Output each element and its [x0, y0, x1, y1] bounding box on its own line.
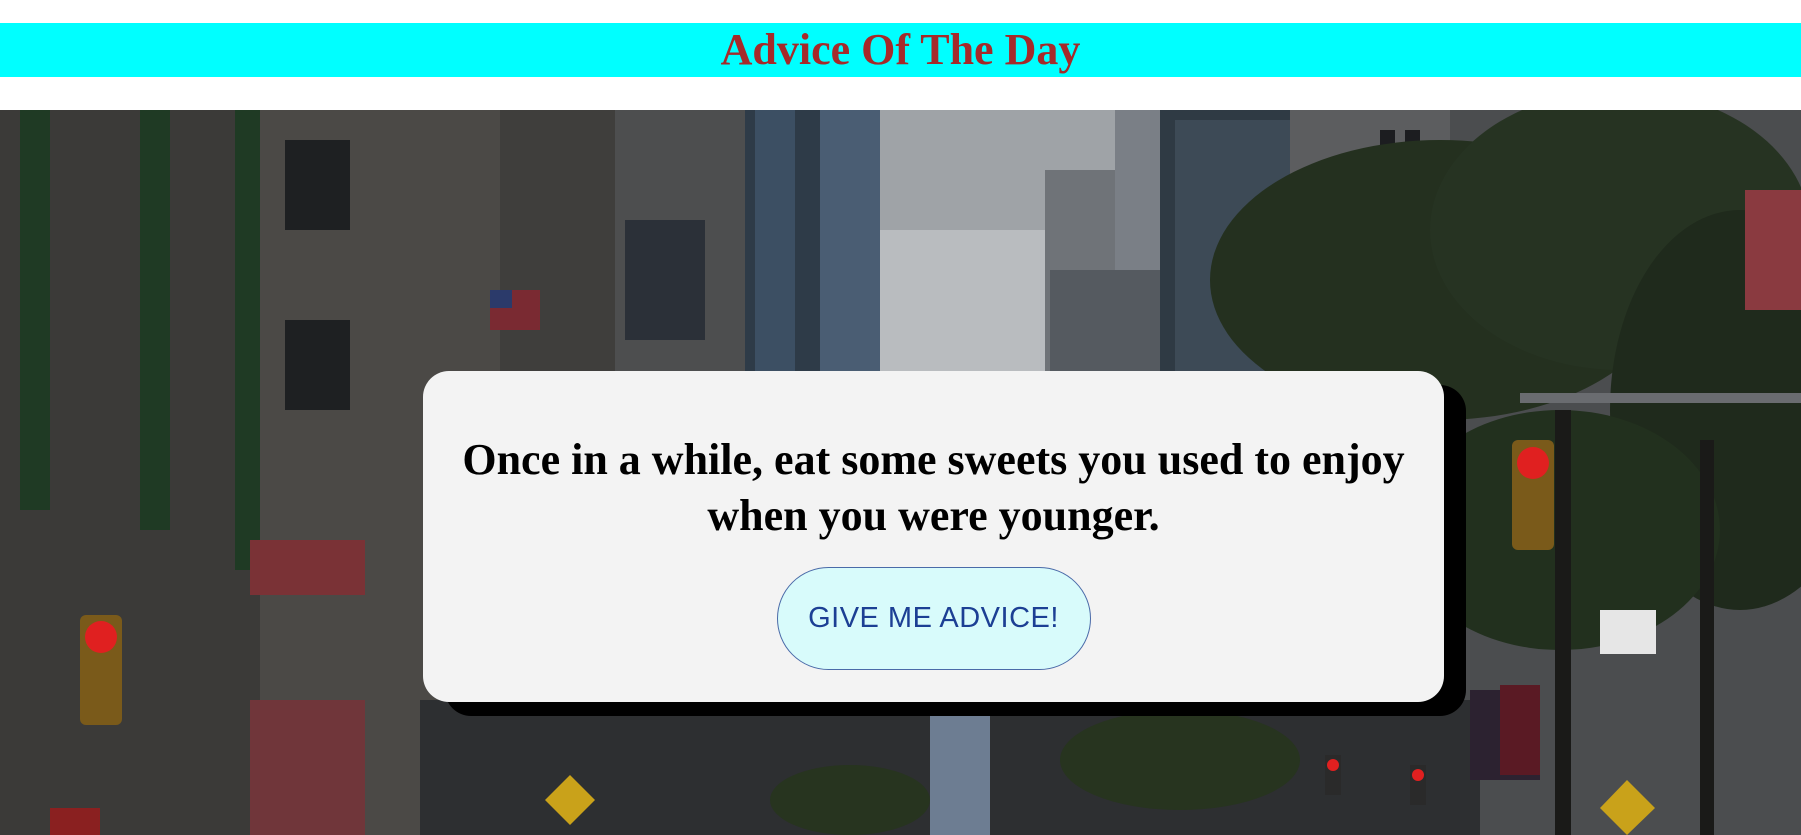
advice-text: Once in a while, eat some sweets you use…	[462, 435, 1405, 540]
page-title: Advice Of The Day	[720, 25, 1081, 74]
advice-card: Once in a while, eat some sweets you use…	[423, 371, 1444, 702]
header-bar: Advice Of The Day	[0, 23, 1801, 77]
give-me-advice-button[interactable]: GIVE ME ADVICE!	[776, 567, 1091, 670]
